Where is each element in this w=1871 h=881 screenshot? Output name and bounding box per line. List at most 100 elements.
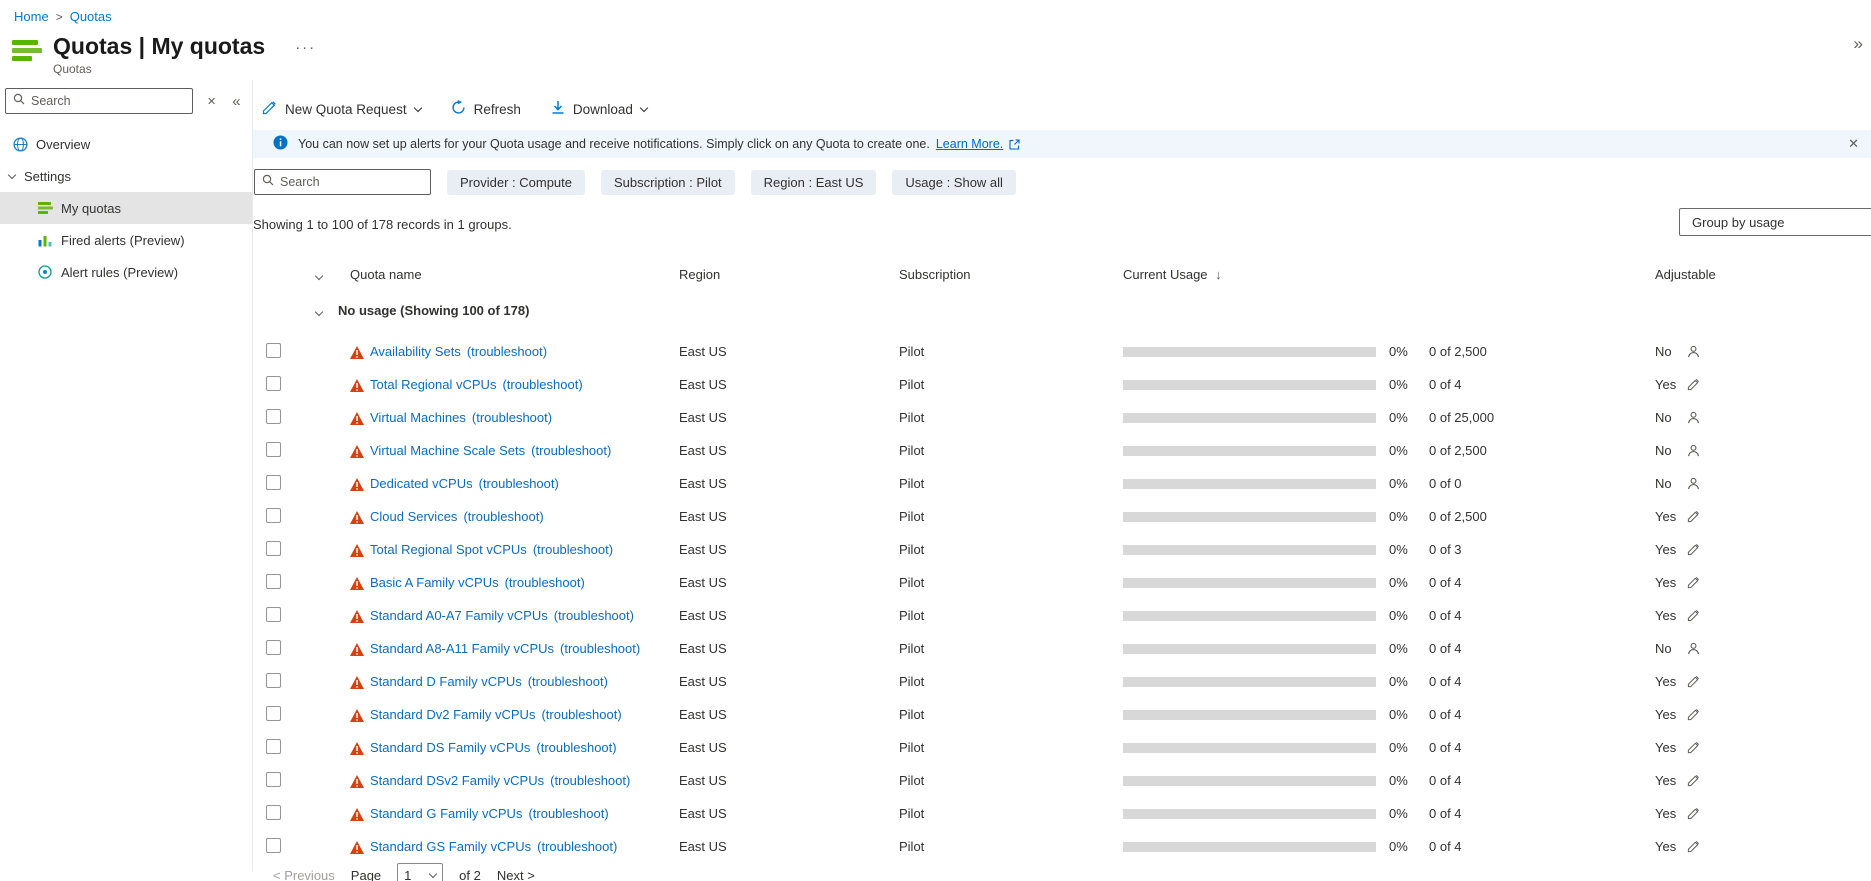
panel-expand-icon[interactable]: »	[1854, 34, 1863, 54]
pencil-edit-icon[interactable]	[1687, 609, 1700, 622]
row-checkbox[interactable]	[266, 672, 281, 688]
support-request-icon[interactable]	[1687, 411, 1700, 424]
pencil-edit-icon[interactable]	[1687, 510, 1700, 523]
pencil-edit-icon[interactable]	[1687, 774, 1700, 787]
row-checkbox[interactable]	[266, 441, 281, 457]
troubleshoot-link[interactable]: (troubleshoot)	[533, 542, 613, 557]
row-checkbox[interactable]	[266, 507, 281, 523]
row-checkbox[interactable]	[266, 639, 281, 655]
sidebar-item-fired-alerts[interactable]: Fired alerts (Preview)	[0, 224, 252, 256]
row-checkbox[interactable]	[266, 804, 281, 820]
table-row[interactable]: Total Regional vCPUs (troubleshoot) East…	[253, 368, 1871, 401]
column-quota-name[interactable]: Quota name	[350, 267, 679, 282]
filter-pill[interactable]: Provider : Compute	[447, 169, 585, 195]
sidebar-item-my-quotas[interactable]: My quotas	[0, 192, 252, 224]
table-row[interactable]: Standard A8-A11 Family vCPUs (troublesho…	[253, 632, 1871, 665]
row-checkbox[interactable]	[266, 705, 281, 721]
quota-name-link[interactable]: Cloud Services	[370, 509, 457, 524]
sidebar-item-alert-rules[interactable]: Alert rules (Preview)	[0, 256, 252, 288]
row-checkbox[interactable]	[266, 837, 281, 853]
table-row[interactable]: Standard D Family vCPUs (troubleshoot) E…	[253, 665, 1871, 698]
support-request-icon[interactable]	[1687, 345, 1700, 358]
quota-name-link[interactable]: Total Regional vCPUs	[370, 377, 496, 392]
sidebar-search-clear-icon[interactable]: ✕	[207, 95, 216, 108]
troubleshoot-link[interactable]: (troubleshoot)	[505, 575, 585, 590]
filter-pill[interactable]: Subscription : Pilot	[601, 169, 735, 195]
row-checkbox[interactable]	[266, 408, 281, 424]
pencil-edit-icon[interactable]	[1687, 807, 1700, 820]
support-request-icon[interactable]	[1687, 642, 1700, 655]
row-checkbox[interactable]	[266, 540, 281, 556]
filter-pill[interactable]: Region : East US	[750, 169, 877, 195]
quota-name-link[interactable]: Standard D Family vCPUs	[370, 674, 522, 689]
troubleshoot-link[interactable]: (troubleshoot)	[536, 740, 616, 755]
troubleshoot-link[interactable]: (troubleshoot)	[528, 806, 608, 821]
refresh-button[interactable]: Refresh	[451, 100, 521, 118]
row-checkbox[interactable]	[266, 738, 281, 754]
quota-name-link[interactable]: Standard DS Family vCPUs	[370, 740, 530, 755]
previous-page-button[interactable]: < Previous	[273, 868, 335, 881]
quota-search[interactable]	[254, 169, 431, 195]
pencil-edit-icon[interactable]	[1687, 840, 1700, 853]
quota-name-link[interactable]: Basic A Family vCPUs	[370, 575, 499, 590]
pencil-edit-icon[interactable]	[1687, 708, 1700, 721]
support-request-icon[interactable]	[1687, 444, 1700, 457]
banner-close-icon[interactable]: ✕	[1848, 136, 1859, 152]
quota-name-link[interactable]: Virtual Machine Scale Sets	[370, 443, 525, 458]
troubleshoot-link[interactable]: (troubleshoot)	[463, 509, 543, 524]
troubleshoot-link[interactable]: (troubleshoot)	[502, 377, 582, 392]
quota-name-link[interactable]: Total Regional Spot vCPUs	[370, 542, 527, 557]
quota-search-input[interactable]	[280, 175, 423, 189]
row-checkbox[interactable]	[266, 474, 281, 490]
quota-name-link[interactable]: Standard A8-A11 Family vCPUs	[370, 641, 554, 656]
new-quota-request-button[interactable]: New Quota Request	[262, 100, 422, 118]
quota-name-link[interactable]: Standard A0-A7 Family vCPUs	[370, 608, 548, 623]
pencil-edit-icon[interactable]	[1687, 543, 1700, 556]
troubleshoot-link[interactable]: (troubleshoot)	[560, 641, 640, 656]
expand-all-chevron-icon[interactable]	[314, 271, 324, 280]
sidebar-item-overview[interactable]: Overview	[0, 128, 252, 160]
column-current-usage[interactable]: Current Usage ↓	[1123, 267, 1655, 282]
learn-more-link[interactable]: Learn More.	[936, 137, 1003, 151]
column-region[interactable]: Region	[679, 267, 899, 282]
troubleshoot-link[interactable]: (troubleshoot)	[541, 707, 621, 722]
troubleshoot-link[interactable]: (troubleshoot)	[537, 839, 617, 854]
troubleshoot-link[interactable]: (troubleshoot)	[472, 410, 552, 425]
troubleshoot-link[interactable]: (troubleshoot)	[528, 674, 608, 689]
pencil-edit-icon[interactable]	[1687, 675, 1700, 688]
column-adjustable[interactable]: Adjustable	[1655, 267, 1871, 282]
row-checkbox[interactable]	[266, 573, 281, 589]
table-row[interactable]: Standard Dv2 Family vCPUs (troubleshoot)…	[253, 698, 1871, 731]
table-row[interactable]: Dedicated vCPUs (troubleshoot) East US P…	[253, 467, 1871, 500]
group-by-usage-dropdown[interactable]: Group by usage	[1679, 208, 1871, 236]
quota-name-link[interactable]: Standard Dv2 Family vCPUs	[370, 707, 535, 722]
sidebar-item-settings[interactable]: Settings	[0, 160, 252, 192]
row-checkbox[interactable]	[266, 375, 281, 391]
quota-name-link[interactable]: Dedicated vCPUs	[370, 476, 473, 491]
row-checkbox[interactable]	[266, 606, 281, 622]
quota-name-link[interactable]: Standard DSv2 Family vCPUs	[370, 773, 544, 788]
next-page-button[interactable]: Next >	[497, 868, 535, 881]
download-button[interactable]: Download	[551, 100, 649, 118]
quota-name-link[interactable]: Availability Sets	[370, 344, 461, 359]
support-request-icon[interactable]	[1687, 477, 1700, 490]
table-row[interactable]: Standard GS Family vCPUs (troubleshoot) …	[253, 830, 1871, 863]
filter-pill[interactable]: Usage : Show all	[892, 169, 1016, 195]
table-row[interactable]: Virtual Machine Scale Sets (troubleshoot…	[253, 434, 1871, 467]
table-row[interactable]: Virtual Machines (troubleshoot) East US …	[253, 401, 1871, 434]
sidebar-search[interactable]	[5, 88, 193, 114]
troubleshoot-link[interactable]: (troubleshoot)	[467, 344, 547, 359]
pencil-edit-icon[interactable]	[1687, 741, 1700, 754]
page-number-select[interactable]: 1	[397, 863, 444, 881]
pencil-edit-icon[interactable]	[1687, 378, 1700, 391]
pencil-edit-icon[interactable]	[1687, 576, 1700, 589]
row-checkbox[interactable]	[266, 342, 281, 358]
table-row[interactable]: Standard A0-A7 Family vCPUs (troubleshoo…	[253, 599, 1871, 632]
table-row[interactable]: Standard G Family vCPUs (troubleshoot) E…	[253, 797, 1871, 830]
breadcrumb-quotas-link[interactable]: Quotas	[70, 9, 112, 24]
table-row[interactable]: Basic A Family vCPUs (troubleshoot) East…	[253, 566, 1871, 599]
table-row[interactable]: Cloud Services (troubleshoot) East US Pi…	[253, 500, 1871, 533]
collapse-group-chevron-icon[interactable]	[314, 307, 324, 316]
row-checkbox[interactable]	[266, 771, 281, 787]
troubleshoot-link[interactable]: (troubleshoot)	[531, 443, 611, 458]
